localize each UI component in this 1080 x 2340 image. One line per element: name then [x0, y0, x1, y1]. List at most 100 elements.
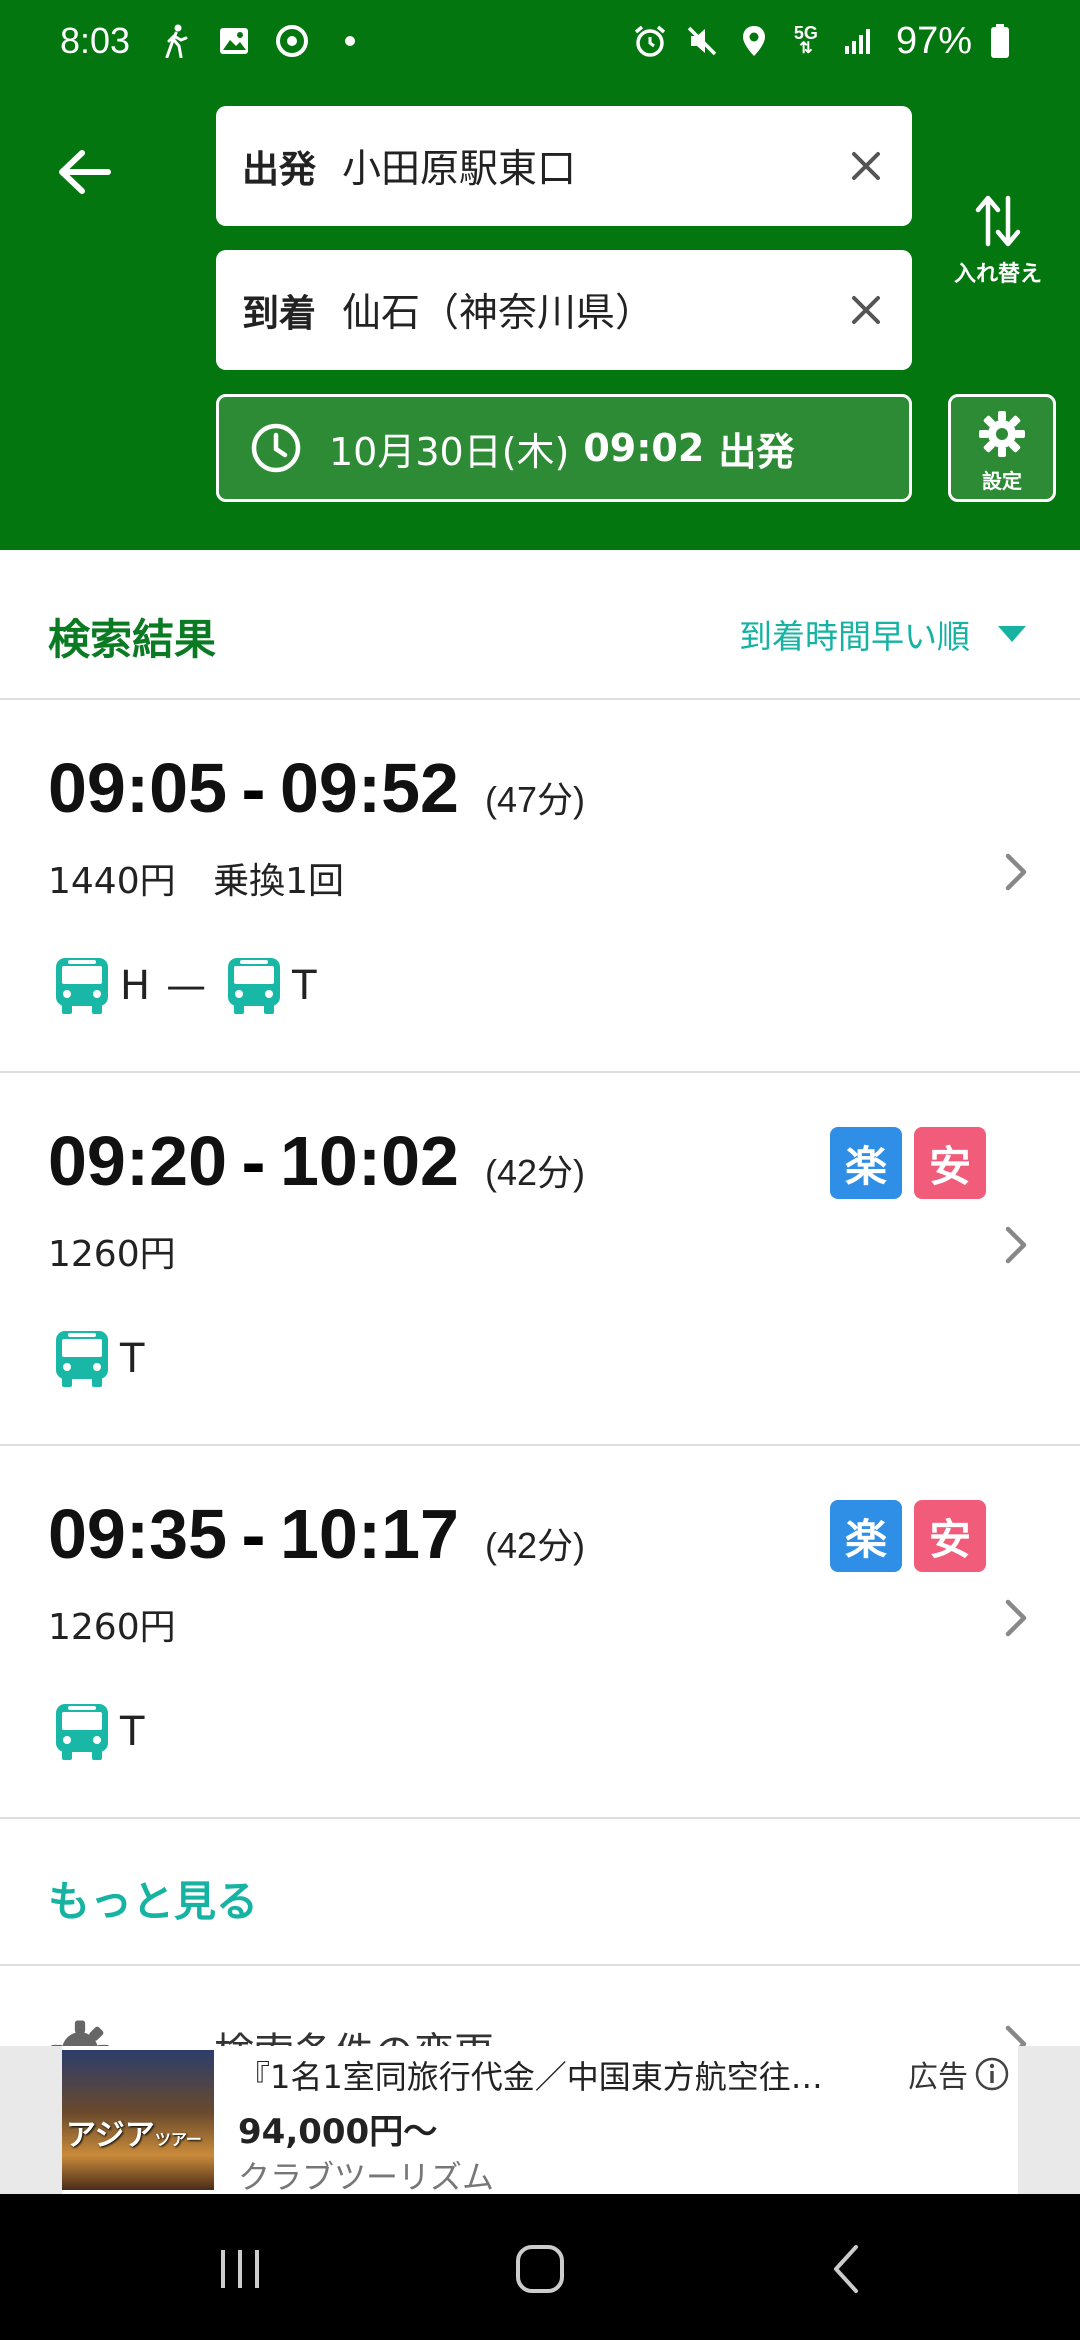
datetime-selector[interactable]: 10月30日(木) 09:02 出発 [216, 394, 912, 502]
recent-apps-button[interactable] [200, 2234, 280, 2304]
route-lines: H — T [50, 954, 317, 1018]
chevron-right-icon [1005, 1599, 1027, 1637]
ad-info-button[interactable]: 広告 [908, 2052, 1010, 2096]
arrival-label: 到着 [242, 292, 316, 335]
ad-image[interactable]: アジアツアー [62, 2050, 214, 2190]
swap-label: 入れ替え [953, 262, 1042, 287]
results-header: 検索結果 到着時間早い順 [0, 550, 1080, 700]
departure-label: 出発 [242, 148, 316, 191]
route-lines: T [50, 1700, 144, 1764]
ad-image-title: アジア [66, 2118, 155, 2153]
bus-icon [56, 1331, 108, 1387]
arrival-field[interactable]: 到着 仙石（神奈川県） [216, 250, 912, 370]
route-fare: 1260円 [48, 1607, 176, 1648]
status-bar: 8:03 5G ⇅ 97% [0, 0, 1080, 82]
departure-field[interactable]: 出発 小田原駅東口 [216, 106, 912, 226]
time-separator: - [241, 1503, 266, 1573]
route-lines: T [50, 1327, 144, 1391]
route-depart-time: 09:05 [48, 749, 228, 827]
route-line-label: T [120, 1336, 145, 1382]
clear-departure-button[interactable] [844, 144, 888, 188]
walking-icon [156, 21, 196, 61]
notification-dot-icon [330, 21, 370, 61]
route-arrive-time: 10:17 [279, 1495, 459, 1573]
info-icon [975, 2057, 1009, 2091]
route-badges: 楽 安 [818, 1127, 986, 1199]
clear-arrival-button[interactable] [844, 288, 888, 332]
route-times: 09:05 - 09:52 (47分) [48, 748, 585, 828]
arrival-value: 仙石（神奈川県） [342, 291, 655, 336]
results-title: 検索結果 [48, 615, 217, 664]
status-right-group: 5G ⇅ 97% [630, 20, 1020, 63]
route-duration: (47分) [485, 779, 586, 820]
route-badges: 楽 安 [818, 1500, 986, 1572]
home-button[interactable] [500, 2234, 580, 2304]
chevron-right-icon [1005, 1226, 1027, 1264]
route-arrive-time: 10:02 [279, 1122, 459, 1200]
route-transfers: 乗換1回 [213, 861, 344, 902]
route-duration: (42分) [485, 1152, 586, 1193]
time-separator: - [241, 1130, 266, 1200]
route-duration: (42分) [485, 1525, 586, 1566]
status-time: 8:03 [60, 20, 131, 61]
signal-icon [838, 21, 878, 61]
search-direction: 出発 [718, 429, 795, 474]
more-results-row[interactable]: もっと見る [0, 1818, 1080, 1966]
ad-banner[interactable]: アジアツアー 『1名1室同旅行代金／中国東方航空往… 94,000円〜 クラブツ… [0, 2046, 1080, 2196]
ad-image-text: アジアツアー [66, 2110, 202, 2154]
close-icon [852, 152, 880, 180]
route-arrive-time: 09:52 [279, 749, 459, 827]
route-card-1[interactable]: 09:05 - 09:52 (47分) 1440円 乗換1回 H — T [0, 700, 1080, 1073]
route-info: 1260円 [48, 1225, 176, 1277]
cheap-badge: 安 [914, 1127, 986, 1199]
change-conditions-row[interactable]: 検索条件の変更 [0, 1966, 1080, 2046]
alarm-icon [630, 21, 670, 61]
mute-icon [682, 21, 722, 61]
network-5g-icon: 5G ⇅ [786, 21, 826, 61]
ad-image-subtitle: ツアー [154, 2130, 202, 2149]
recent-apps-icon [221, 2250, 259, 2288]
route-fare: 1440円 [48, 861, 176, 902]
swap-vertical-icon [975, 195, 1021, 247]
back-nav-button[interactable] [806, 2234, 886, 2304]
ad-label: 広告 [908, 2060, 968, 2095]
bus-icon [56, 958, 108, 1014]
route-line-label: T [120, 1709, 145, 1755]
route-depart-time: 09:20 [48, 1122, 228, 1200]
gear-icon [51, 2020, 109, 2046]
comfort-badge: 楽 [830, 1500, 902, 1572]
route-card-2[interactable]: 09:20 - 10:02 (42分) 楽 安 1260円 T [0, 1073, 1080, 1446]
more-results-link[interactable]: もっと見る [48, 1868, 258, 1929]
network-arrows: ⇅ [799, 40, 813, 57]
gallery-icon [214, 21, 254, 61]
ad-title[interactable]: 『1名1室同旅行代金／中国東方航空往… [238, 2052, 858, 2098]
route-info: 1260円 [48, 1598, 176, 1650]
ad-content[interactable]: アジアツアー 『1名1室同旅行代金／中国東方航空往… 94,000円〜 クラブツ… [62, 2046, 1018, 2196]
chevron-right-icon [1005, 2025, 1027, 2046]
arrow-left-icon [59, 150, 111, 194]
time-separator: - [241, 757, 266, 827]
bus-icon [56, 1704, 108, 1760]
close-icon [852, 296, 880, 324]
sort-dropdown[interactable]: 到着時間早い順 [739, 610, 1026, 658]
back-button[interactable] [44, 132, 124, 212]
clock-icon [251, 423, 301, 473]
settings-button[interactable]: 設定 [948, 394, 1056, 502]
departure-value: 小田原駅東口 [342, 147, 577, 192]
chevron-right-icon [1005, 853, 1027, 891]
caret-down-icon [998, 626, 1026, 642]
location-icon [734, 21, 774, 61]
route-card-3[interactable]: 09:35 - 10:17 (42分) 楽 安 1260円 T [0, 1446, 1080, 1819]
search-date: 10月30日(木) [329, 429, 570, 474]
swap-stations-button[interactable]: 入れ替え [938, 194, 1058, 304]
ad-price: 94,000円〜 [238, 2112, 438, 2152]
route-times: 09:35 - 10:17 (42分) [48, 1494, 585, 1574]
sort-label: 到着時間早い順 [739, 617, 970, 656]
battery-icon [980, 21, 1020, 61]
network-type-label: 5G [793, 23, 818, 43]
route-line-label: H [120, 963, 151, 1009]
back-nav-icon [834, 2245, 858, 2293]
app-screen: 8:03 5G ⇅ 97% 出発 小田原駅東口 到着 仙石（神奈川県） 入れ替え… [0, 0, 1080, 2340]
bus-icon [228, 958, 281, 1014]
route-times: 09:20 - 10:02 (42分) [48, 1121, 585, 1201]
